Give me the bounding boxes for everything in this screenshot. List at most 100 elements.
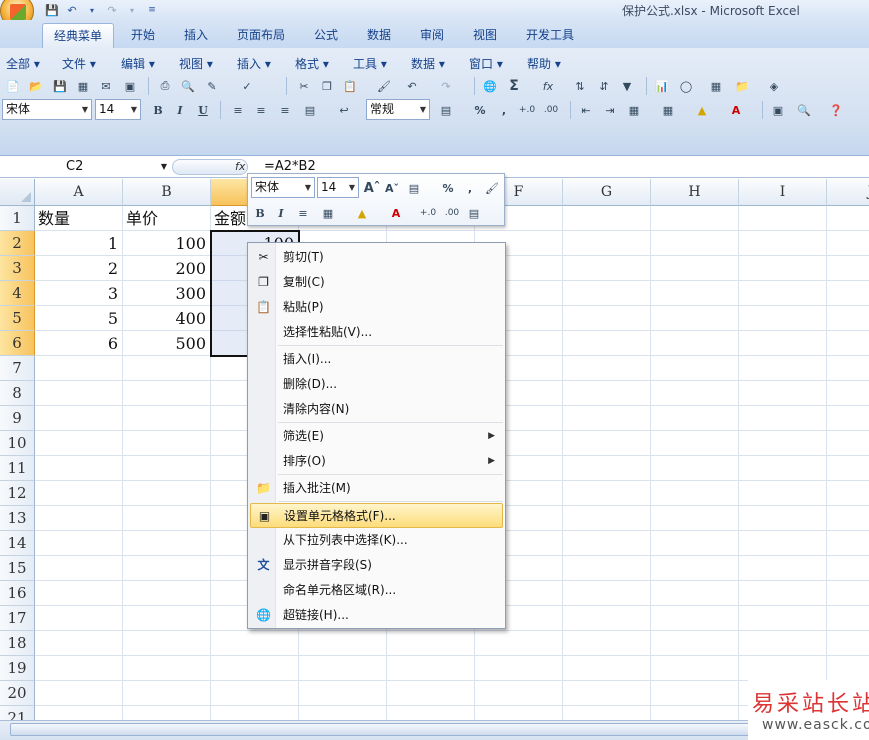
row-header-1[interactable]: 1: [0, 206, 35, 231]
cut-icon[interactable]: ✂: [294, 76, 314, 96]
cell-a2[interactable]: 1: [35, 231, 122, 256]
row-header-7[interactable]: 7: [0, 356, 35, 381]
align-center-icon[interactable]: ≡: [251, 100, 271, 120]
row-header-16[interactable]: 16: [0, 581, 35, 606]
menu-item-paste[interactable]: 📋 粘贴(P): [250, 295, 503, 320]
mini-font-name-combo[interactable]: 宋体 ▼: [251, 177, 315, 198]
redo-icon[interactable]: ↷: [436, 76, 456, 96]
menu-item-pick-from-list[interactable]: 从下拉列表中选择(K)...: [250, 528, 503, 553]
row-header-11[interactable]: 11: [0, 456, 35, 481]
increase-decimal-icon[interactable]: +.0: [517, 100, 537, 120]
bold-button[interactable]: B: [148, 100, 168, 120]
row-header-20[interactable]: 20: [0, 681, 35, 706]
italic-button[interactable]: I: [170, 100, 190, 120]
save-icon[interactable]: 💾: [44, 2, 60, 18]
select-all-button[interactable]: [0, 179, 35, 206]
column-header-b[interactable]: B: [123, 179, 211, 206]
cell-a3[interactable]: 2: [35, 256, 122, 281]
menu-tools[interactable]: 工具 ▾: [353, 55, 387, 72]
format-painter-icon[interactable]: 🖌: [374, 76, 394, 96]
undo-icon[interactable]: ↶: [64, 2, 80, 18]
hyperlink-icon[interactable]: 🌐: [480, 76, 500, 96]
row-header-13[interactable]: 13: [0, 506, 35, 531]
permission-icon[interactable]: ▦: [73, 76, 93, 96]
row-header-4[interactable]: 4: [0, 281, 35, 306]
mini-bold-button[interactable]: B: [250, 203, 270, 223]
mini-font-size-combo[interactable]: 14 ▼: [317, 177, 359, 198]
preview-icon[interactable]: 🔍: [178, 76, 198, 96]
menu-help[interactable]: 帮助 ▾: [527, 55, 561, 72]
row-header-2[interactable]: 2: [0, 231, 35, 256]
menu-item-sort[interactable]: 排序(O) ▶: [250, 449, 503, 474]
menu-item-cut[interactable]: ✂ 剪切(T): [250, 245, 503, 270]
menu-edit[interactable]: 编辑 ▾: [121, 55, 155, 72]
row-header-15[interactable]: 15: [0, 556, 35, 581]
tab-insert[interactable]: 插入: [173, 23, 219, 48]
cell-a1[interactable]: 数量: [35, 206, 122, 231]
open-icon[interactable]: 📂: [26, 76, 46, 96]
menu-insert[interactable]: 插入 ▾: [237, 55, 271, 72]
comma-button[interactable]: ,: [494, 100, 514, 120]
increase-indent-icon[interactable]: ⇥: [600, 100, 620, 120]
menu-data[interactable]: 数据 ▾: [411, 55, 445, 72]
zoom-icon[interactable]: 🔍: [794, 100, 814, 120]
fill-color-icon[interactable]: ▲: [352, 203, 372, 223]
row-header-21[interactable]: 21: [0, 706, 35, 720]
increase-decimal-icon[interactable]: +.0: [418, 203, 438, 223]
drawing-icon[interactable]: ◯: [676, 76, 696, 96]
menu-view[interactable]: 视图 ▾: [179, 55, 213, 72]
tab-classic-menu[interactable]: 经典菜单: [42, 23, 114, 48]
menu-item-insert[interactable]: 插入(I)...: [250, 347, 503, 372]
align-center-icon[interactable]: ≡: [293, 203, 313, 223]
email-icon[interactable]: ✉: [96, 76, 116, 96]
name-box[interactable]: C2 ▼: [0, 157, 170, 177]
format-painter-icon[interactable]: 🖌: [482, 178, 502, 198]
row-header-14[interactable]: 14: [0, 531, 35, 556]
decrease-decimal-icon[interactable]: .00: [442, 203, 462, 223]
cell-b4[interactable]: 300: [123, 281, 210, 306]
cell-b3[interactable]: 200: [123, 256, 210, 281]
row-header-12[interactable]: 12: [0, 481, 35, 506]
menu-item-hyperlink[interactable]: 🌐 超链接(H)...: [250, 603, 503, 628]
row-header-10[interactable]: 10: [0, 431, 35, 456]
column-header-g[interactable]: G: [563, 179, 651, 206]
cell-b5[interactable]: 400: [123, 306, 210, 331]
menu-item-filter[interactable]: 筛选(E) ▶: [250, 424, 503, 449]
column-header-i[interactable]: I: [739, 179, 827, 206]
wrap-icon[interactable]: ↩: [334, 100, 354, 120]
redo-icon[interactable]: ↷: [104, 2, 120, 18]
decrease-indent-icon[interactable]: ⇤: [576, 100, 596, 120]
fill-color-icon[interactable]: ▲: [692, 100, 712, 120]
merge-center-icon[interactable]: ▤: [300, 100, 320, 120]
menu-window[interactable]: 窗口 ▾: [469, 55, 503, 72]
cell-b1[interactable]: 单价: [123, 206, 210, 231]
styles-icon[interactable]: ▣: [768, 100, 788, 120]
align-left-icon[interactable]: ≡: [228, 100, 248, 120]
menu-all[interactable]: 全部 ▾: [6, 55, 40, 72]
menu-item-delete[interactable]: 删除(D)...: [250, 372, 503, 397]
chevron-down-icon[interactable]: ▼: [161, 157, 167, 177]
shrink-font-icon[interactable]: Aˇ: [382, 178, 402, 198]
mini-italic-button[interactable]: I: [271, 203, 291, 223]
horizontal-scrollbar[interactable]: [0, 720, 869, 740]
borders-icon[interactable]: ▦: [658, 100, 678, 120]
cell-a4[interactable]: 3: [35, 281, 122, 306]
tab-data[interactable]: 数据: [356, 23, 402, 48]
align-right-icon[interactable]: ≡: [275, 100, 295, 120]
column-header-j[interactable]: J: [827, 179, 869, 206]
autosum-icon[interactable]: Σ: [504, 76, 524, 96]
row-header-3[interactable]: 3: [0, 256, 35, 281]
research-icon[interactable]: ✎: [202, 76, 222, 96]
chart-icon[interactable]: 📊: [652, 76, 672, 96]
scrollbar-thumb[interactable]: [10, 723, 750, 736]
row-header-8[interactable]: 8: [0, 381, 35, 406]
table-icon[interactable]: ▦: [706, 76, 726, 96]
row-header-6[interactable]: 6: [0, 331, 35, 356]
insert-function-icon[interactable]: fx: [235, 160, 245, 173]
currency-icon[interactable]: ▤: [404, 178, 424, 198]
copy-icon[interactable]: ❐: [317, 76, 337, 96]
cell-a5[interactable]: 5: [35, 306, 122, 331]
macro-icon[interactable]: ◈: [764, 76, 784, 96]
paste-icon[interactable]: 📋: [340, 76, 360, 96]
menu-item-insert-comment[interactable]: 📁 插入批注(M): [250, 476, 503, 501]
